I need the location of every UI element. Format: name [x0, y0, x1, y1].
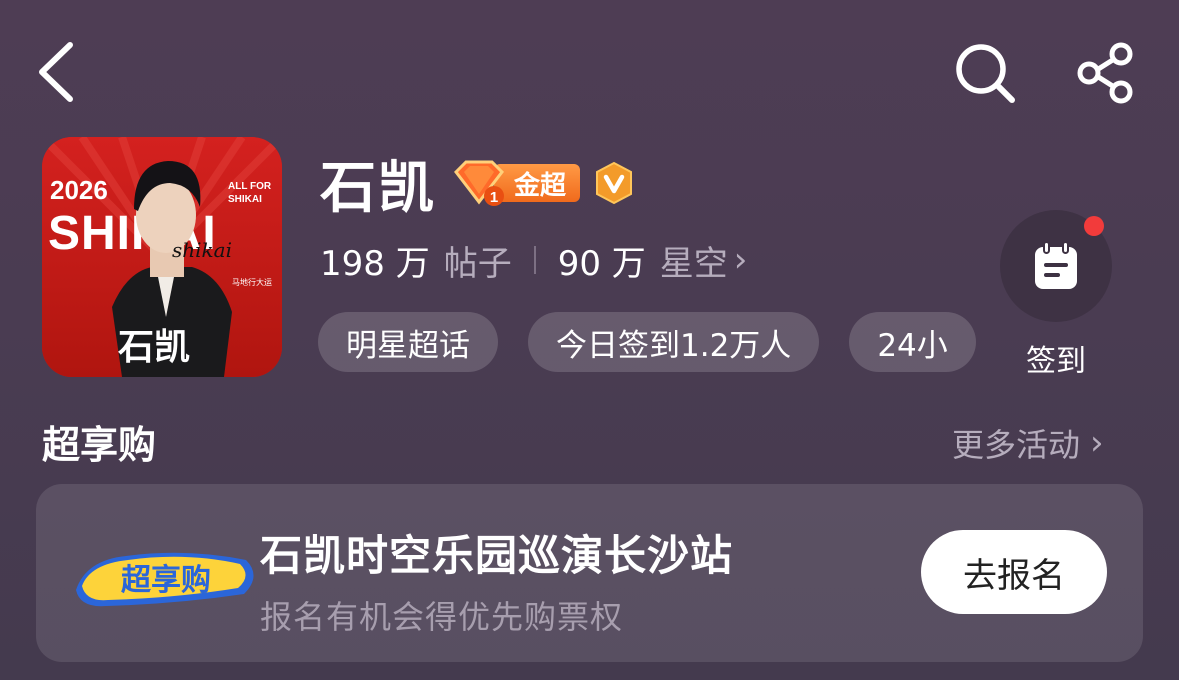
gem-icon: 1	[454, 160, 504, 206]
gold-super-badge[interactable]: 1 金超	[450, 158, 581, 208]
share-button[interactable]	[1072, 40, 1138, 106]
topic-avatar[interactable]: 2026 SHIKAI ALL FOR SHIKAI 马地行大运 shikai …	[42, 137, 282, 377]
avatar-name: 石凯	[118, 327, 190, 368]
register-button[interactable]: 去报名	[921, 530, 1107, 614]
topic-name-row: 石凯 1 金超	[320, 150, 634, 221]
avatar-year: 2026	[50, 175, 108, 205]
fans-label: 星空	[659, 243, 728, 284]
back-button[interactable]	[28, 38, 84, 106]
topic-tags: 明星超话 今日签到1.2万人 24小	[318, 312, 988, 372]
promo-card[interactable]: 超享购 石凯时空乐园巡演长沙站 报名有机会得优先购票权 去报名	[36, 484, 1143, 662]
avatar-subtitle: 马地行大运	[232, 277, 272, 287]
search-icon	[956, 44, 1015, 103]
super-shopping-logo: 超享购	[76, 552, 254, 607]
share-icon	[1077, 42, 1133, 104]
chevron-right-icon: ›	[733, 240, 748, 280]
topic-stats[interactable]: 198 万 帖子 90 万 星空 ›	[320, 232, 747, 288]
top-bar	[0, 0, 1179, 140]
chevron-right-icon: ›	[1090, 423, 1104, 463]
posts-count: 198 万	[320, 243, 430, 284]
tag-24h[interactable]: 24小	[849, 312, 976, 372]
tag-star-topic[interactable]: 明星超话	[318, 312, 498, 372]
more-activities-link[interactable]: 更多活动 ›	[952, 420, 1104, 466]
fans-count: 90 万	[557, 243, 646, 284]
checkin-label: 签到	[1026, 344, 1086, 379]
avatar-signature: shikai	[172, 238, 232, 262]
avatar-all-for: ALL FOR	[228, 181, 272, 192]
gem-level: 1	[490, 189, 498, 206]
checkin-button[interactable]: 签到	[996, 210, 1116, 380]
notification-dot	[1084, 216, 1104, 236]
tag-checkin-count[interactable]: 今日签到1.2万人	[528, 312, 820, 372]
calendar-icon	[1035, 241, 1077, 289]
avatar-shikai: SHIKAI	[228, 194, 262, 205]
promo-subtitle: 报名有机会得优先购票权	[260, 598, 624, 636]
posts-label: 帖子	[443, 243, 512, 284]
more-activities-label: 更多活动	[952, 426, 1081, 464]
chevron-left-icon	[39, 42, 73, 102]
topic-name: 石凯	[320, 155, 436, 221]
avatar-image: 2026 SHIKAI ALL FOR SHIKAI 马地行大运 shikai …	[42, 137, 282, 377]
search-button[interactable]	[952, 40, 1018, 106]
v-verified-icon	[596, 161, 633, 205]
logo-text: 超享购	[121, 563, 211, 598]
section-title: 超享购	[42, 423, 157, 467]
stats-divider	[533, 246, 536, 274]
promo-title: 石凯时空乐园巡演长沙站	[260, 531, 734, 580]
